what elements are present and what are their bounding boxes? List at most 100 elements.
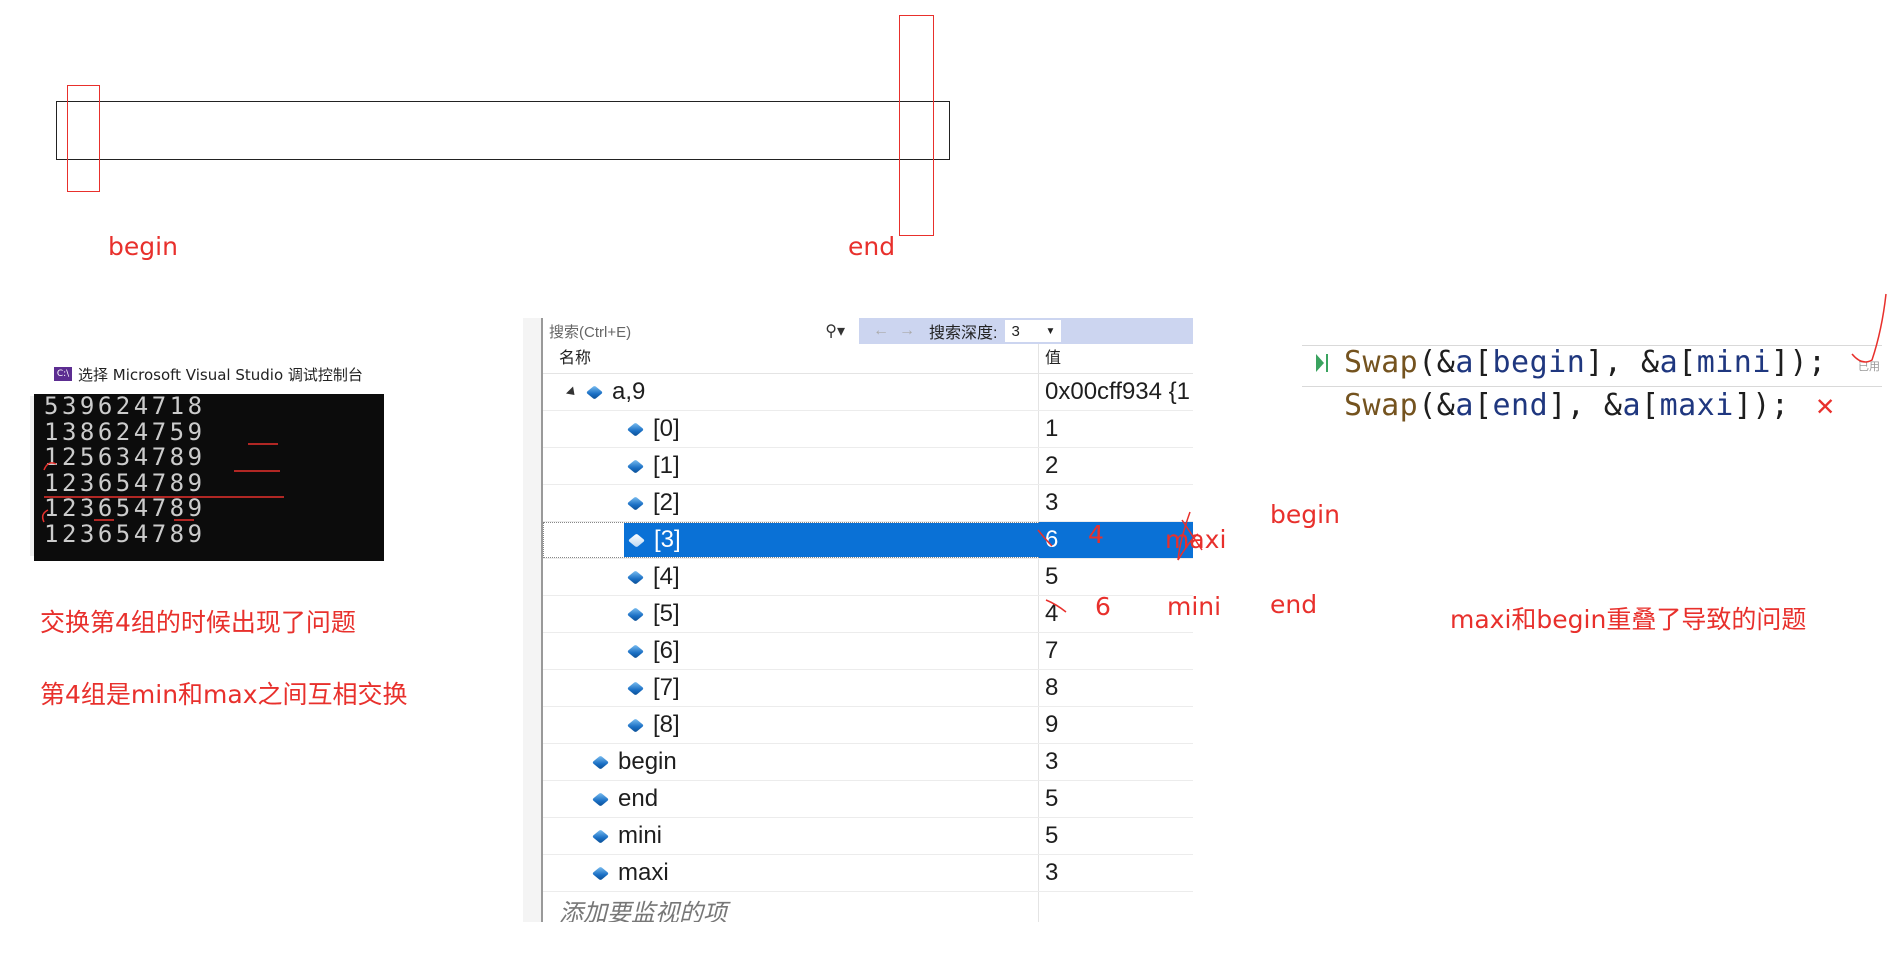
note-problem: 交换第4组的时候出现了问题 bbox=[40, 608, 356, 637]
variable-icon bbox=[591, 829, 610, 843]
watch-row-name: begin bbox=[618, 748, 677, 775]
watch-row-value: 5 bbox=[1045, 785, 1059, 812]
code-token-fn: Swap bbox=[1344, 388, 1419, 423]
variable-icon bbox=[585, 385, 604, 399]
code-annotation-mark bbox=[1851, 293, 1887, 363]
variable-icon bbox=[591, 866, 610, 880]
watch-row-element[interactable]: [6] 7 bbox=[543, 633, 1193, 670]
code-token-punct: [ bbox=[1473, 345, 1493, 380]
watch-row-name: [4] bbox=[653, 563, 680, 590]
variable-icon bbox=[591, 755, 610, 769]
watch-row-element[interactable]: [7] 8 bbox=[543, 670, 1193, 707]
code-token-var: a bbox=[1455, 388, 1474, 423]
watch-row-a[interactable]: a,9 0x00cff934 {1 bbox=[543, 374, 1193, 411]
watch-row-begin[interactable]: begin 3 bbox=[543, 744, 1193, 781]
console-title: 选择 Microsoft Visual Studio 调试控制台 bbox=[78, 365, 363, 384]
watch-row-name: end bbox=[618, 785, 659, 812]
column-header-value[interactable]: 值 bbox=[1039, 344, 1061, 373]
nav-back-icon[interactable]: ← bbox=[873, 322, 889, 340]
add-watch-item[interactable]: 添加要监视的项 bbox=[543, 892, 1039, 922]
code-token-fn: Swap bbox=[1344, 345, 1419, 380]
console-annotation-marks bbox=[41, 443, 284, 523]
magnifier-icon[interactable]: ⚲▾ bbox=[825, 321, 845, 341]
gutter-bar bbox=[1326, 354, 1328, 372]
code-token-var: maxi bbox=[1659, 388, 1734, 423]
code-line-2: Swap(&a[end], &a[maxi]); ✕ bbox=[1344, 388, 1835, 423]
watch-row-name: [3] bbox=[654, 526, 681, 553]
watch-row-name: [5] bbox=[653, 600, 680, 627]
watch-row-value: 8 bbox=[1045, 674, 1059, 701]
console-app-icon: C:\ bbox=[54, 367, 72, 381]
wrong-mark-icon: ✕ bbox=[1816, 388, 1835, 423]
nav-forward-icon[interactable]: → bbox=[899, 322, 915, 340]
begin-marker bbox=[67, 85, 100, 192]
code-token-punct: ]); bbox=[1733, 388, 1790, 423]
watch-toolbar: 搜索(Ctrl+E) ⚲▾ ← → 搜索深度: 3 ▼ bbox=[543, 318, 1193, 344]
watch-left-gutter bbox=[523, 318, 541, 922]
annotation-end: end bbox=[1270, 590, 1318, 619]
watch-row-name: [7] bbox=[653, 674, 680, 701]
code-line-1: Swap(&a[begin], &a[mini]); bbox=[1344, 345, 1827, 380]
console-titlebar: C:\ 选择 Microsoft Visual Studio 调试控制台 bbox=[34, 364, 384, 384]
watch-search-box[interactable]: 搜索(Ctrl+E) ⚲▾ bbox=[543, 318, 859, 344]
variable-icon bbox=[626, 644, 645, 658]
watch-annotation-marks bbox=[1037, 511, 1203, 613]
variable-icon bbox=[626, 459, 645, 473]
code-token-var: a bbox=[1622, 388, 1641, 423]
note-group4: 第4组是min和max之间互相交换 bbox=[40, 680, 408, 709]
watch-row-value: 1 bbox=[1045, 415, 1059, 442]
watch-row-value: 3 bbox=[1045, 748, 1059, 775]
variable-icon bbox=[626, 718, 645, 732]
watch-row-value: 9 bbox=[1045, 711, 1059, 738]
watch-row-name: [2] bbox=[653, 489, 680, 516]
screenshot-canvas: { "diagram": { "begin_label": "begin", "… bbox=[0, 0, 1898, 962]
watch-row-value: 2 bbox=[1045, 452, 1059, 479]
watch-row-value: 7 bbox=[1045, 637, 1059, 664]
collapse-icon[interactable] bbox=[565, 385, 579, 399]
chevron-down-icon: ▼ bbox=[1045, 325, 1056, 337]
breakpoint-arrow-icon[interactable] bbox=[1316, 354, 1324, 372]
watch-row-name: a,9 bbox=[612, 378, 646, 405]
variable-icon bbox=[591, 792, 610, 806]
variable-icon bbox=[626, 607, 645, 621]
end-marker bbox=[899, 15, 934, 236]
code-token-punct: [ bbox=[1641, 388, 1660, 423]
watch-row-name: maxi bbox=[618, 859, 669, 886]
watch-row-mini[interactable]: mini 5 bbox=[543, 818, 1193, 855]
variable-icon bbox=[626, 496, 645, 510]
search-depth-value: 3 bbox=[1011, 322, 1020, 340]
watch-row-maxi[interactable]: maxi 3 bbox=[543, 855, 1193, 892]
search-depth-dropdown[interactable]: 3 ▼ bbox=[1005, 320, 1062, 342]
code-token-var: end bbox=[1492, 388, 1549, 423]
watch-row-name: [0] bbox=[653, 415, 680, 442]
watch-row-element[interactable]: [1] 2 bbox=[543, 448, 1193, 485]
watch-row-name: mini bbox=[618, 822, 663, 849]
watch-row-element[interactable]: [8] 9 bbox=[543, 707, 1193, 744]
code-token-punct: ], & bbox=[1585, 345, 1660, 380]
annotation-begin: begin bbox=[1270, 500, 1340, 529]
code-token-var: a bbox=[1455, 345, 1474, 380]
code-token-punct: ], & bbox=[1548, 388, 1623, 423]
variable-icon bbox=[626, 570, 645, 584]
selection-highlight bbox=[624, 523, 1039, 557]
code-token-var: a bbox=[1659, 345, 1679, 380]
watch-row-name: [8] bbox=[653, 711, 680, 738]
column-header-name[interactable]: 名称 bbox=[543, 344, 1039, 373]
watch-row-end[interactable]: end 5 bbox=[543, 781, 1193, 818]
code-token-punct: (& bbox=[1418, 388, 1456, 423]
end-label: end bbox=[848, 232, 896, 261]
search-depth-label: 搜索深度: bbox=[929, 325, 998, 342]
code-token-var: mini bbox=[1696, 345, 1771, 380]
code-token-punct: [ bbox=[1678, 345, 1697, 380]
watch-search-placeholder: 搜索(Ctrl+E) bbox=[549, 323, 632, 341]
array-bar bbox=[56, 101, 950, 160]
code-token-punct: (& bbox=[1418, 345, 1456, 380]
watch-row-name: [6] bbox=[653, 637, 680, 664]
watch-row-name: [1] bbox=[653, 452, 680, 479]
code-token-punct: [ bbox=[1473, 388, 1493, 423]
code-token-punct: ]); bbox=[1770, 345, 1827, 380]
variable-icon bbox=[626, 422, 645, 436]
watch-row-value: 5 bbox=[1045, 822, 1059, 849]
variable-icon bbox=[626, 681, 645, 695]
watch-row-element[interactable]: [0] 1 bbox=[543, 411, 1193, 448]
